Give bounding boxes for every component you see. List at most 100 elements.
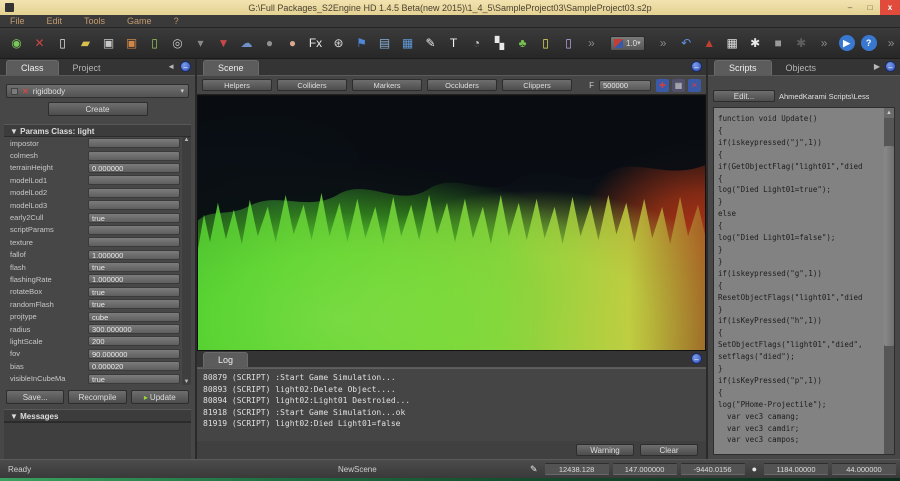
editor-scrollbar[interactable]: ▲ bbox=[884, 108, 894, 454]
left-panel-tab[interactable]: Class bbox=[6, 60, 59, 75]
param-value-field[interactable]: true bbox=[88, 212, 180, 223]
param-value-field[interactable] bbox=[88, 175, 180, 186]
text-tool-icon[interactable]: T bbox=[443, 33, 464, 53]
fx-icon[interactable]: Fx bbox=[305, 33, 326, 53]
update-button[interactable]: ▸ Update bbox=[130, 389, 189, 404]
scroll-up-icon[interactable]: ▲ bbox=[184, 137, 190, 143]
minimize-scripts-button[interactable]: – bbox=[885, 61, 896, 72]
add-document-icon[interactable]: ▯ bbox=[144, 33, 165, 53]
tab-scene[interactable]: Scene bbox=[203, 60, 259, 75]
cloud-icon[interactable]: ☁ bbox=[236, 33, 257, 53]
expand-right-icon[interactable]: ▶ bbox=[874, 62, 880, 71]
help-icon[interactable]: ? bbox=[860, 35, 877, 51]
menu-item[interactable]: File bbox=[10, 16, 25, 26]
checkerboard-icon[interactable]: ▚ bbox=[489, 33, 510, 53]
param-value-field[interactable] bbox=[88, 150, 180, 161]
small-sphere-icon[interactable]: ● bbox=[259, 33, 280, 53]
gizmo-cross-icon[interactable]: ✚ bbox=[656, 78, 669, 92]
layers-icon[interactable]: ▦ bbox=[672, 78, 685, 92]
film-reel-icon[interactable]: ⊛ bbox=[328, 33, 349, 53]
grid-icon[interactable]: ▦ bbox=[722, 33, 743, 53]
minimize-log-button[interactable]: – bbox=[691, 353, 702, 364]
scripts-panel-tab[interactable]: Scripts bbox=[714, 60, 772, 75]
scene-filter-button[interactable]: Colliders bbox=[277, 79, 347, 91]
play-icon[interactable]: ▶ bbox=[838, 35, 855, 51]
edit-note-icon[interactable]: ✎ bbox=[420, 33, 441, 53]
params-section-header[interactable]: ▼ Params Class: light bbox=[4, 124, 191, 137]
param-value-field[interactable]: 0.000000 bbox=[88, 162, 180, 173]
lod-scale-dropdown[interactable]: 1.0 ▾ bbox=[610, 35, 645, 51]
recompile-button[interactable]: Recompile bbox=[68, 389, 127, 404]
param-value-field[interactable]: true bbox=[88, 286, 180, 297]
class-type-dropdown[interactable]: ✕ rigidbody ▾ bbox=[6, 84, 189, 98]
minimize-button[interactable]: – bbox=[840, 0, 860, 15]
param-value-field[interactable] bbox=[88, 200, 180, 211]
close-button[interactable]: x bbox=[880, 0, 900, 15]
purple-note-icon[interactable]: ▯ bbox=[558, 33, 579, 53]
left-panel-tab[interactable]: Project bbox=[59, 61, 115, 75]
param-value-field[interactable]: 1.000000 bbox=[88, 249, 180, 260]
save-icon[interactable]: ▣ bbox=[98, 33, 119, 53]
menu-item[interactable]: Game bbox=[127, 16, 152, 26]
minimize-panel-button[interactable]: – bbox=[180, 61, 191, 72]
clipboard-icon[interactable]: ▤ bbox=[374, 33, 395, 53]
new-document-icon[interactable]: ▯ bbox=[52, 33, 73, 53]
param-value-field[interactable]: 0.000020 bbox=[88, 361, 180, 372]
gauge-icon[interactable]: ◔ bbox=[466, 33, 487, 53]
script-editor[interactable]: function void Update() {if(iskeypressed("… bbox=[713, 107, 895, 455]
vegetation-icon[interactable]: ♣ bbox=[512, 33, 533, 53]
terrain-icon[interactable]: ▲ bbox=[699, 33, 720, 53]
collapse-left-icon[interactable]: ◄ bbox=[167, 62, 175, 71]
gear-icon[interactable]: ✱ bbox=[745, 33, 766, 53]
maximize-button[interactable]: □ bbox=[860, 0, 880, 15]
scrollbar-thumb[interactable] bbox=[884, 146, 894, 346]
menu-item[interactable]: Edit bbox=[47, 16, 63, 26]
minimize-scene-button[interactable]: – bbox=[691, 61, 702, 72]
param-value-field[interactable] bbox=[88, 237, 180, 248]
save-button[interactable]: Save... bbox=[6, 389, 65, 404]
param-value-field[interactable]: true bbox=[88, 299, 180, 310]
screen-icon[interactable]: ■ bbox=[768, 33, 789, 53]
sphere-icon[interactable]: ● bbox=[282, 33, 303, 53]
param-value-field[interactable]: true bbox=[88, 373, 180, 384]
scene-filter-button[interactable]: Markers bbox=[352, 79, 422, 91]
menu-item[interactable]: Tools bbox=[84, 16, 105, 26]
param-value-field[interactable]: 90.000000 bbox=[88, 348, 180, 359]
overflow-chevron[interactable]: » bbox=[814, 33, 835, 53]
create-button[interactable]: Create bbox=[47, 102, 148, 116]
save-scene-icon[interactable]: ▣ bbox=[121, 33, 142, 53]
scene-filter-button[interactable]: Helpers bbox=[202, 79, 272, 91]
param-value-field[interactable]: true bbox=[88, 262, 180, 273]
viewport-3d[interactable] bbox=[197, 95, 706, 351]
overflow-chevron[interactable]: » bbox=[653, 33, 674, 53]
shield-icon[interactable]: ▼ bbox=[213, 33, 234, 53]
remove-icon[interactable]: ✕ bbox=[22, 87, 29, 96]
scene-filter-button[interactable]: Clippers bbox=[502, 79, 572, 91]
param-value-field[interactable] bbox=[88, 224, 180, 235]
window-grid-icon[interactable]: ▦ bbox=[397, 33, 418, 53]
param-value-field[interactable]: 1.000000 bbox=[88, 274, 180, 285]
tab-log[interactable]: Log bbox=[203, 352, 249, 367]
param-value-field[interactable] bbox=[88, 187, 180, 198]
overflow-chevron[interactable]: » bbox=[881, 33, 900, 53]
undo-icon[interactable]: ↶ bbox=[676, 33, 697, 53]
far-plane-field[interactable]: 500000 bbox=[599, 79, 651, 91]
gear-disabled-icon[interactable]: ✱ bbox=[791, 33, 812, 53]
close-project-icon[interactable]: ✕ bbox=[29, 33, 50, 53]
param-value-field[interactable]: cube bbox=[88, 311, 180, 322]
edit-script-button[interactable]: Edit... bbox=[713, 90, 775, 102]
clear-button[interactable]: Clear bbox=[640, 444, 698, 456]
yellow-note-icon[interactable]: ▯ bbox=[535, 33, 556, 53]
scripts-panel-tab[interactable]: Objects bbox=[772, 61, 831, 75]
param-value-field[interactable]: 300.000000 bbox=[88, 324, 180, 335]
param-value-field[interactable] bbox=[88, 138, 180, 149]
flag-icon[interactable]: ⚑ bbox=[351, 33, 372, 53]
open-folder-icon[interactable]: ▰ bbox=[75, 33, 96, 53]
scroll-up-icon[interactable]: ▲ bbox=[884, 108, 894, 118]
warning-button[interactable]: Warning bbox=[576, 444, 634, 456]
disc-icon[interactable]: ◎ bbox=[167, 33, 188, 53]
overflow-chevron[interactable]: » bbox=[581, 33, 602, 53]
log-content[interactable]: 80879 (SCRIPT) :Start Game Simulation...… bbox=[197, 368, 706, 441]
scene-filter-button[interactable]: Occluders bbox=[427, 79, 497, 91]
params-scrollbar[interactable]: ▲ ▼ bbox=[182, 137, 191, 385]
